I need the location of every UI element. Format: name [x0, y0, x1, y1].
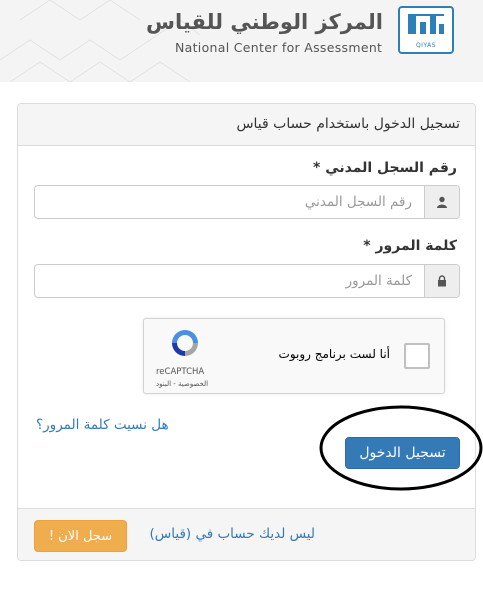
required-mark: * [313, 160, 321, 176]
password-label: كلمة المرور * [363, 238, 457, 254]
login-panel: تسجيل الدخول باستخدام حساب قياس رقم السج… [17, 103, 476, 561]
site-header: QIYAS المركز الوطني للقياس National Cent… [0, 0, 483, 82]
qiyas-logo-text: QIYAS [415, 42, 437, 49]
required-mark: * [363, 238, 371, 254]
password-input[interactable] [35, 265, 424, 297]
recaptcha-widget: أنا لست برنامج روبوت reCAPTCHA الخصوصية … [143, 318, 445, 394]
national-id-label: رقم السجل المدني * [313, 160, 457, 176]
password-label-text: كلمة المرور [375, 238, 457, 254]
recaptcha-brand: reCAPTCHA [156, 367, 205, 377]
national-id-label-text: رقم السجل المدني [325, 160, 457, 176]
password-addon [424, 265, 459, 297]
recaptcha-checkbox[interactable] [404, 343, 430, 369]
qiyas-logo[interactable]: QIYAS [398, 6, 454, 54]
forgot-password-link[interactable]: هل نسيت كلمة المرور؟ [36, 417, 169, 433]
login-button[interactable]: تسجيل الدخول [345, 437, 460, 469]
recaptcha-privacy-links[interactable]: الخصوصية - البنود [156, 380, 208, 388]
recaptcha-label: أنا لست برنامج روبوت [278, 347, 390, 361]
brand-title-english: National Center for Assessment [175, 40, 383, 55]
qiyas-logo-icon [408, 14, 444, 34]
national-id-addon [424, 186, 459, 218]
password-group [34, 264, 460, 298]
user-icon [437, 196, 447, 208]
login-panel-heading: تسجيل الدخول باستخدام حساب قياس [18, 104, 475, 146]
national-id-group [34, 185, 460, 219]
lock-icon [438, 275, 446, 287]
brand-title-arabic: المركز الوطني للقياس [146, 10, 383, 34]
signup-button[interactable]: سجل الان ! [34, 520, 127, 552]
recaptcha-icon [172, 330, 198, 356]
national-id-input[interactable] [35, 186, 424, 218]
no-account-text: ليس لديك حساب في (قياس) [149, 526, 315, 542]
login-panel-footer: ليس لديك حساب في (قياس) سجل الان ! [18, 508, 475, 560]
